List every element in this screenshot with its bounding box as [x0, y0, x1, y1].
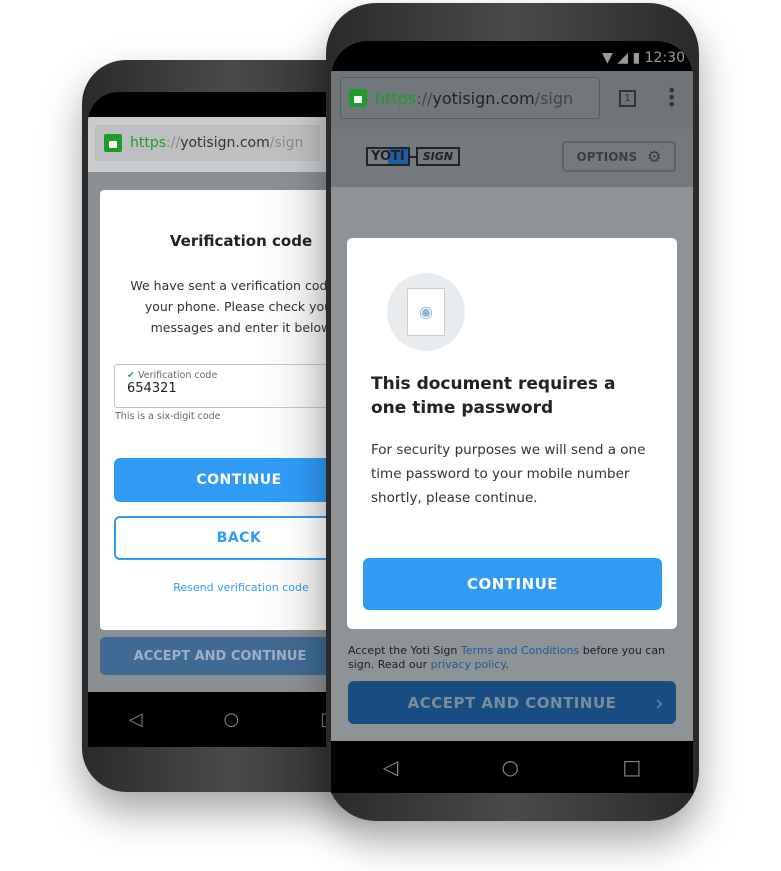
lock-icon: [104, 134, 122, 152]
terms-text: Accept the Yoti Sign Terms and Condition…: [348, 644, 666, 671]
modal-title: This document requires a one time passwo…: [371, 374, 616, 418]
tabs-button[interactable]: 1: [619, 90, 636, 107]
document-eye-icon: ◉: [387, 273, 465, 351]
chevron-right-icon: ›: [655, 690, 664, 715]
modal-body: For security purposes we will send a one…: [371, 442, 646, 506]
url-text: https://yotisign.com/sign: [375, 88, 574, 108]
home-nav-icon[interactable]: ○: [224, 709, 240, 730]
status-bar: ▼ ◢ ▮ 12:30: [331, 41, 693, 71]
recents-nav-icon[interactable]: □: [622, 755, 641, 779]
signal-icon: ◢: [617, 50, 629, 66]
yoti-sign-logo: YOTI SIGN: [366, 147, 460, 166]
home-nav-icon[interactable]: ○: [502, 755, 519, 779]
back-nav-icon[interactable]: ◁: [383, 755, 398, 779]
lock-icon: [349, 89, 367, 107]
wifi-icon: ▼: [602, 50, 613, 66]
menu-icon[interactable]: • • •: [667, 83, 676, 113]
front-phone: ▼ ◢ ▮ 12:30 https://yotisign.com/sign 1 …: [326, 3, 699, 821]
url-text: https://yotisign.com/sign: [130, 135, 304, 151]
otp-modal: ◉ This document requires a one time pass…: [347, 238, 677, 629]
verification-code-field[interactable]: ✔ Verification code 654321: [114, 364, 354, 408]
back-nav-icon[interactable]: ◁: [129, 709, 143, 730]
field-hint: This is a six-digit code: [115, 411, 221, 422]
accept-continue-button[interactable]: ACCEPT AND CONTINUE ›: [348, 681, 676, 724]
privacy-link[interactable]: privacy policy: [431, 658, 506, 671]
continue-button[interactable]: CONTINUE: [363, 558, 662, 610]
options-button[interactable]: OPTIONS ⚙: [562, 141, 676, 172]
back-url-bar[interactable]: https://yotisign.com/sign: [95, 125, 320, 161]
terms-link[interactable]: Terms and Conditions: [461, 644, 579, 657]
battery-icon: ▮: [632, 50, 641, 66]
check-icon: ✔: [127, 370, 135, 381]
gear-icon: ⚙: [647, 147, 662, 166]
front-screen: ▼ ◢ ▮ 12:30 https://yotisign.com/sign 1 …: [331, 41, 693, 793]
front-url-bar[interactable]: https://yotisign.com/sign: [340, 77, 600, 119]
front-nav-bar: ◁ ○ □: [331, 741, 693, 793]
verification-modal: Verification code We have sent a verific…: [100, 190, 364, 630]
back-accept-button[interactable]: ACCEPT AND CONTINUE: [100, 637, 340, 675]
